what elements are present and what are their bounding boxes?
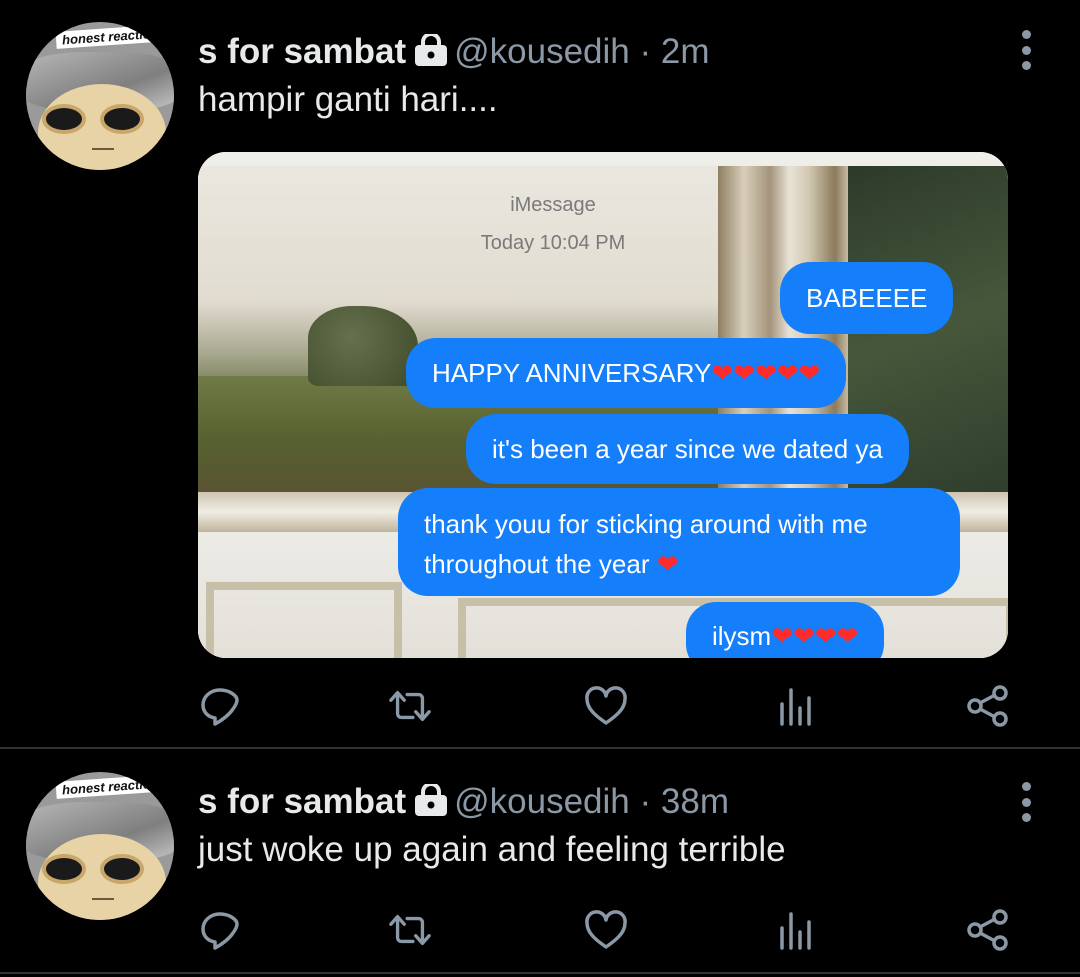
user-handle[interactable]: @kousedih: [454, 32, 630, 71]
imessage-service-label: iMessage: [510, 194, 596, 216]
reply-button[interactable]: [198, 684, 242, 728]
retweet-icon: [389, 690, 431, 722]
message-text: HAPPY ANNIVERSARY: [432, 358, 712, 388]
tweet[interactable]: honest reaction s for sambat @kousedih · …: [0, 0, 1080, 748]
separator-dot: ·: [639, 782, 652, 821]
reply-button[interactable]: [198, 908, 242, 952]
heart-emoji-icon: ❤: [656, 549, 679, 579]
avatar-mouth: [92, 148, 114, 150]
stats-button[interactable]: [774, 908, 818, 952]
timestamp[interactable]: 2m: [661, 32, 710, 71]
message-bubble: BABEEEE: [780, 262, 954, 334]
tweet-actions: [198, 684, 1018, 728]
like-icon: [585, 686, 627, 725]
message-bubble: HAPPY ANNIVERSARY❤❤❤❤❤: [406, 338, 847, 408]
message-bubble: ilysm❤❤❤❤: [686, 602, 885, 658]
avatar[interactable]: honest reaction: [26, 772, 174, 920]
tweet-media-image[interactable]: iMessage Today 10:04 PM BABEEEE HAPPY AN…: [198, 152, 1008, 658]
message-bubble: thank youu for sticking around with me t…: [398, 488, 960, 596]
heart-emoji-icon: ❤❤❤❤❤: [711, 358, 821, 388]
message-text: it's been a year since we dated ya: [492, 434, 883, 464]
display-name[interactable]: s for sambat: [198, 782, 406, 821]
tweet-header: s for sambat @kousedih · 38m: [198, 782, 729, 825]
avatar[interactable]: honest reaction: [26, 22, 174, 170]
lock-icon: [414, 32, 448, 75]
avatar-eye: [100, 104, 144, 134]
reply-icon: [201, 688, 239, 726]
image-lower-frame: [206, 582, 402, 658]
reply-icon: [201, 912, 239, 950]
tweet[interactable]: honest reaction s for sambat @kousedih · …: [0, 750, 1080, 977]
message-text: ilysm: [712, 621, 772, 651]
message-text: BABEEEE: [806, 283, 928, 313]
stats-button[interactable]: [774, 684, 818, 728]
message-bubble: it's been a year since we dated ya: [466, 414, 909, 484]
more-icon[interactable]: [1020, 782, 1032, 822]
image-trees: [308, 306, 418, 386]
message-text: thank youu for sticking around with me t…: [424, 509, 868, 579]
separator-dot: ·: [639, 32, 652, 71]
like-button[interactable]: [584, 908, 628, 952]
lock-icon: [414, 782, 448, 825]
stats-icon: [780, 912, 811, 950]
avatar-eye: [42, 104, 86, 134]
share-button[interactable]: [966, 684, 1010, 728]
like-icon: [585, 910, 627, 949]
retweet-icon: [389, 914, 431, 946]
share-icon: [967, 685, 1008, 727]
retweet-button[interactable]: [388, 908, 432, 952]
tweet-actions: [198, 908, 1018, 952]
more-icon[interactable]: [1020, 30, 1032, 70]
retweet-button[interactable]: [388, 684, 432, 728]
share-icon: [967, 909, 1008, 951]
imessage-date: Today 10:04 PM: [480, 232, 626, 254]
timestamp[interactable]: 38m: [661, 782, 729, 821]
avatar-eye: [100, 854, 144, 884]
avatar-eye: [42, 854, 86, 884]
tweet-header: s for sambat @kousedih · 2m: [198, 32, 710, 75]
user-handle[interactable]: @kousedih: [454, 782, 630, 821]
heart-emoji-icon: ❤❤❤❤: [771, 621, 859, 651]
avatar-label: honest reaction: [55, 24, 169, 49]
tweet-text: hampir ganti hari....: [198, 80, 498, 119]
tweet-divider: [0, 747, 1080, 749]
tweet-text: just woke up again and feeling terrible: [198, 830, 786, 869]
share-button[interactable]: [966, 908, 1010, 952]
avatar-label: honest reaction: [55, 774, 169, 799]
like-button[interactable]: [584, 684, 628, 728]
display-name[interactable]: s for sambat: [198, 32, 406, 71]
stats-icon: [780, 688, 811, 726]
tweet-divider: [0, 972, 1080, 974]
avatar-mouth: [92, 898, 114, 900]
